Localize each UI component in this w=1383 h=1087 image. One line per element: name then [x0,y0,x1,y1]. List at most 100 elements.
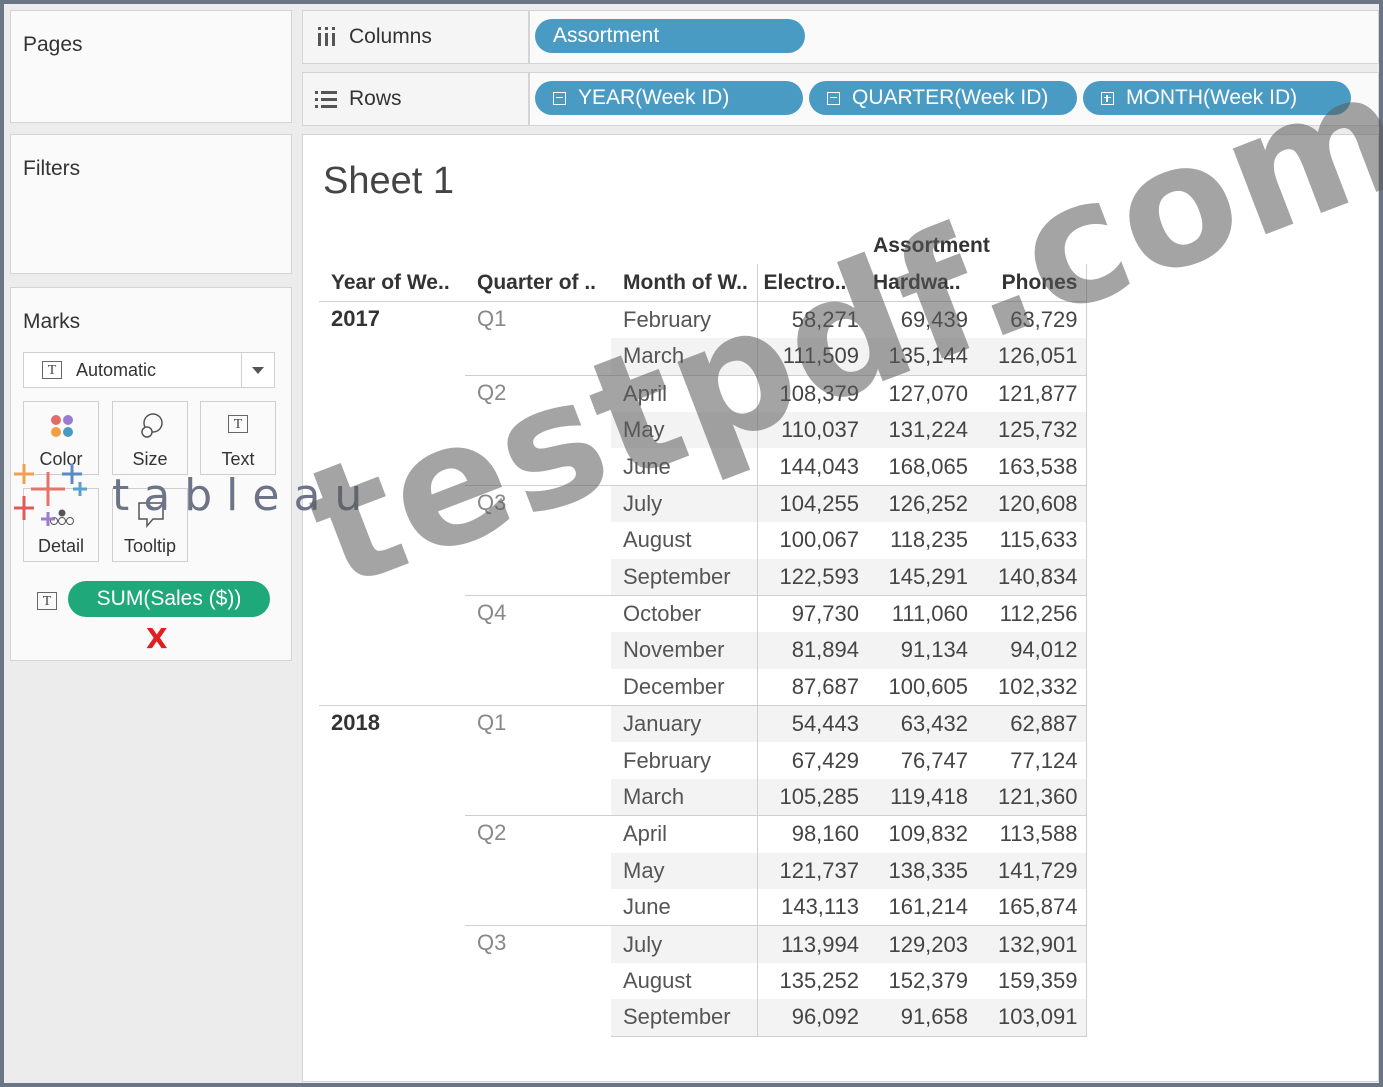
electronics-value[interactable]: 81,894 [757,632,867,669]
hardware-value[interactable]: 109,832 [867,815,976,853]
phones-value[interactable]: 126,051 [976,338,1087,376]
electronics-value[interactable]: 135,252 [757,963,867,999]
month-cell[interactable]: May [611,411,758,449]
electronics-header[interactable]: Electro.. [757,264,867,301]
month-cell[interactable]: June [611,889,758,926]
year-cell[interactable]: 2018 [319,705,465,1037]
hardware-value[interactable]: 63,432 [867,705,976,743]
month-cell[interactable]: August [611,962,758,1000]
pages-card[interactable]: Pages [10,10,292,123]
phones-value[interactable]: 113,588 [976,815,1087,853]
quarter-pill[interactable]: QUARTER(Week ID) [809,81,1077,115]
electronics-value[interactable]: 122,593 [757,558,867,596]
hardware-value[interactable]: 168,065 [867,448,976,485]
month-cell[interactable]: January [611,705,758,743]
electronics-value[interactable]: 100,067 [757,522,867,558]
phones-value[interactable]: 140,834 [976,558,1087,596]
hardware-value[interactable]: 161,214 [867,889,976,926]
tooltip-button[interactable]: Tooltip [112,488,188,562]
electronics-value[interactable]: 111,509 [757,338,867,376]
electronics-value[interactable]: 144,043 [757,448,867,485]
electronics-value[interactable]: 143,113 [757,889,867,926]
hardware-value[interactable]: 118,235 [867,522,976,558]
month-cell[interactable]: May [611,852,758,890]
quarter-cell[interactable]: Q2 [465,815,611,926]
month-header[interactable]: Month of W.. [611,264,758,302]
month-cell[interactable]: March [611,338,758,376]
month-pill[interactable]: MONTH(Week ID) [1083,81,1351,115]
hardware-value[interactable]: 69,439 [867,300,976,339]
phones-value[interactable]: 141,729 [976,852,1087,890]
month-cell[interactable]: August [611,522,758,559]
electronics-value[interactable]: 105,285 [757,778,867,816]
size-button[interactable]: Size [112,401,188,475]
hardware-value[interactable]: 119,418 [867,778,976,816]
detail-button[interactable]: Detail [23,488,99,562]
month-cell[interactable]: February [611,742,758,779]
hardware-value[interactable]: 100,605 [867,669,976,706]
month-cell[interactable]: September [611,558,758,596]
columns-shelf[interactable]: Assortment [529,10,1379,64]
month-cell[interactable]: April [611,374,758,412]
hardware-value[interactable]: 152,379 [867,963,976,999]
quarter-cell[interactable]: Q1 [465,705,611,816]
electronics-value[interactable]: 67,429 [757,742,867,778]
phones-value[interactable]: 165,874 [976,889,1087,926]
month-cell[interactable]: November [611,632,758,669]
electronics-value[interactable]: 87,687 [757,669,867,706]
phones-value[interactable]: 63,729 [976,300,1087,339]
month-cell[interactable]: October [611,594,758,633]
hardware-value[interactable]: 91,658 [867,999,976,1037]
hardware-value[interactable]: 91,134 [867,632,976,669]
year-pill[interactable]: YEAR(Week ID) [535,81,803,115]
mark-type-dropdown[interactable]: T Automatic [23,352,275,388]
electronics-value[interactable]: 113,994 [757,925,867,963]
phones-value[interactable]: 121,360 [976,778,1087,816]
hardware-header[interactable]: Hardwa.. [867,264,976,301]
electronics-value[interactable]: 58,271 [757,300,867,339]
electronics-value[interactable]: 54,443 [757,705,867,743]
phones-value[interactable]: 62,887 [976,705,1087,743]
hardware-value[interactable]: 127,070 [867,374,976,412]
phones-value[interactable]: 112,256 [976,594,1087,633]
hardware-value[interactable]: 145,291 [867,558,976,596]
electronics-value[interactable]: 110,037 [757,411,867,449]
electronics-value[interactable]: 97,730 [757,594,867,633]
month-cell[interactable]: July [611,484,758,523]
phones-value[interactable]: 132,901 [976,925,1087,963]
year-cell[interactable]: 2017 [319,300,465,706]
phones-value[interactable]: 102,332 [976,668,1087,706]
hardware-value[interactable]: 138,335 [867,852,976,890]
phones-header[interactable]: Phones [976,264,1087,302]
month-cell[interactable]: February [611,300,758,339]
phones-value[interactable]: 94,012 [976,632,1087,669]
hardware-value[interactable]: 131,224 [867,411,976,449]
electronics-value[interactable]: 96,092 [757,999,867,1037]
rows-shelf[interactable]: YEAR(Week ID) QUARTER(Week ID) MONTH(Wee… [529,72,1379,126]
quarter-cell[interactable]: Q4 [465,594,611,706]
month-cell[interactable]: June [611,448,758,486]
year-header[interactable]: Year of We.. [319,264,465,301]
color-button[interactable]: Color [23,401,99,475]
phones-value[interactable]: 120,608 [976,484,1087,523]
hardware-value[interactable]: 135,144 [867,338,976,376]
quarter-cell[interactable]: Q2 [465,374,611,486]
phones-value[interactable]: 163,538 [976,448,1087,486]
filters-card[interactable]: Filters [10,134,292,274]
quarter-cell[interactable]: Q3 [465,925,611,1037]
quarter-cell[interactable]: Q3 [465,484,611,596]
phones-value[interactable]: 121,877 [976,374,1087,412]
quarter-header[interactable]: Quarter of .. [465,264,611,301]
hardware-value[interactable]: 111,060 [867,594,976,633]
month-cell[interactable]: March [611,778,758,816]
assortment-pill[interactable]: Assortment [535,19,805,53]
quarter-cell[interactable]: Q1 [465,300,611,376]
electronics-value[interactable]: 98,160 [757,815,867,853]
hardware-value[interactable]: 126,252 [867,484,976,523]
month-cell[interactable]: September [611,999,758,1037]
phones-value[interactable]: 159,359 [976,962,1087,1000]
electronics-value[interactable]: 108,379 [757,374,867,412]
phones-value[interactable]: 125,732 [976,411,1087,449]
phones-value[interactable]: 115,633 [976,522,1087,559]
electronics-value[interactable]: 104,255 [757,484,867,523]
